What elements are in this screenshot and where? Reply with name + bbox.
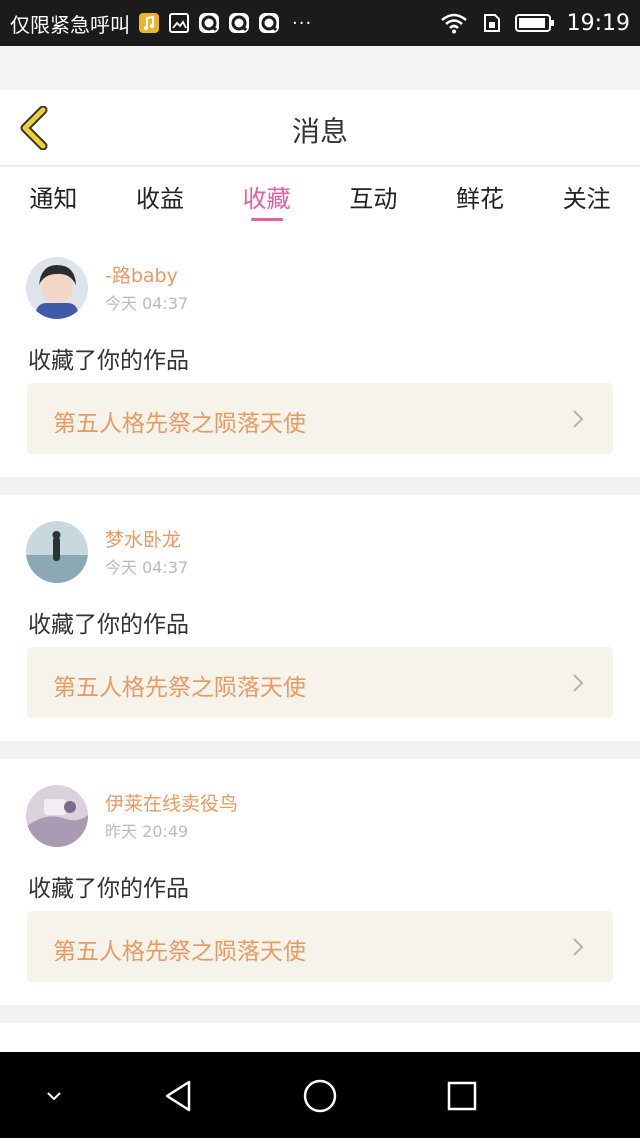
avatar[interactable] <box>26 785 88 847</box>
work-title: 第五人格先祭之陨落天使 <box>53 675 306 701</box>
tab-label: 互动 <box>349 185 398 213</box>
status-right: 19:19 <box>439 11 630 36</box>
back-nav-button[interactable] <box>160 1078 196 1114</box>
top-spacer <box>0 46 640 90</box>
action-text: 收藏了你的作品 <box>28 348 189 374</box>
recents-square-icon <box>447 1081 477 1111</box>
recents-nav-button[interactable] <box>444 1078 480 1114</box>
tab-label: 收藏 <box>242 185 291 213</box>
tab-label: 鲜花 <box>456 185 505 213</box>
work-link[interactable]: 第五人格先祭之陨落天使 <box>27 647 613 718</box>
clock: 19:19 <box>566 10 630 36</box>
chevron-right-icon <box>573 674 584 692</box>
tab-notifications[interactable]: 通知 <box>0 167 107 231</box>
chevron-right-icon <box>573 938 584 956</box>
work-link[interactable]: 第五人格先祭之陨落天使 <box>27 911 613 982</box>
tab-follows[interactable]: 关注 <box>533 167 640 231</box>
status-left: 仅限紧急呼叫 ··· <box>10 9 312 38</box>
tab-interactions[interactable]: 互动 <box>320 167 427 231</box>
gallery-icon <box>168 12 190 34</box>
back-triangle-icon <box>165 1080 191 1112</box>
home-circle-icon <box>303 1079 337 1113</box>
tab-favorites[interactable]: 收藏 <box>213 167 320 231</box>
timestamp: 今天 04:37 <box>105 294 189 313</box>
work-title: 第五人格先祭之陨落天使 <box>53 411 306 437</box>
list-item: 梦水卧龙 今天 04:37 收藏了你的作品 第五人格先祭之陨落天使 <box>0 495 640 741</box>
timestamp: 今天 04:37 <box>105 558 189 577</box>
music-icon <box>138 12 160 34</box>
system-nav-bar <box>0 1052 640 1138</box>
sim-icon <box>481 12 503 34</box>
tab-flowers[interactable]: 鲜花 <box>427 167 534 231</box>
work-link[interactable]: 第五人格先祭之陨落天使 <box>27 383 613 454</box>
header: 消息 <box>0 90 640 166</box>
collapse-nav-button[interactable] <box>36 1078 72 1114</box>
username[interactable]: 梦水卧龙 <box>105 525 181 552</box>
timestamp: 昨天 20:49 <box>105 822 189 841</box>
home-nav-button[interactable] <box>302 1078 338 1114</box>
battery-icon <box>514 12 555 34</box>
active-tab-indicator <box>250 218 283 221</box>
chevron-down-icon <box>47 1092 61 1101</box>
list-item: 伊莱在线卖役鸟 昨天 20:49 收藏了你的作品 第五人格先祭之陨落天使 <box>0 759 640 1005</box>
qq-icon <box>228 12 250 34</box>
qq-icon <box>198 12 220 34</box>
tab-label: 收益 <box>136 185 184 213</box>
action-text: 收藏了你的作品 <box>28 612 189 638</box>
tab-earnings[interactable]: 收益 <box>107 167 214 231</box>
list-item <box>0 1023 640 1052</box>
tab-label: 通知 <box>29 185 78 213</box>
username[interactable]: 伊莱在线卖役鸟 <box>105 789 238 816</box>
list-item: -路baby 今天 04:37 收藏了你的作品 第五人格先祭之陨落天使 <box>0 231 640 477</box>
username[interactable]: -路baby <box>105 261 190 288</box>
wifi-icon <box>439 12 469 34</box>
qq-icon <box>258 12 280 34</box>
work-title: 第五人格先祭之陨落天使 <box>53 939 306 965</box>
carrier-text: 仅限紧急呼叫 <box>10 12 130 37</box>
status-bar: 仅限紧急呼叫 ··· 19:19 <box>0 0 640 46</box>
tab-bar: 通知 收益 收藏 互动 鲜花 关注 <box>0 167 640 231</box>
page-title: 消息 <box>291 115 348 148</box>
more-icon: ··· <box>292 12 313 34</box>
chevron-right-icon <box>573 410 584 428</box>
action-text: 收藏了你的作品 <box>28 876 189 902</box>
avatar[interactable] <box>26 521 88 583</box>
tab-label: 关注 <box>562 185 611 213</box>
avatar[interactable] <box>26 257 88 319</box>
